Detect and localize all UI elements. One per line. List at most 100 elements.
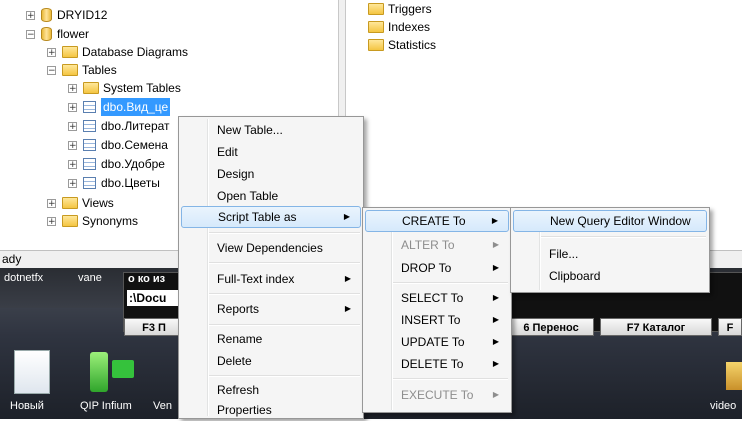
- tree-node-tables[interactable]: − Tables: [47, 61, 117, 79]
- tree-node-label: dbo.Вид_це: [101, 98, 171, 116]
- folder-icon: [62, 46, 78, 58]
- menu-item-new-table[interactable]: New Table...: [181, 119, 361, 141]
- submenu-create-to: New Query Editor Window File... Clipboar…: [510, 207, 710, 293]
- expand-icon[interactable]: +: [47, 198, 56, 208]
- menu-item-view-dependencies[interactable]: View Dependencies: [181, 237, 361, 259]
- tree-node-table[interactable]: + dbo.Литерат: [68, 117, 170, 135]
- menu-item-label: DROP To: [401, 261, 452, 275]
- menu-item-label: EXECUTE To: [401, 388, 474, 402]
- table-icon: [83, 120, 96, 132]
- menu-item-label: INSERT To: [401, 313, 461, 327]
- menu-item-label: DELETE To: [401, 357, 464, 371]
- expand-icon[interactable]: +: [68, 159, 77, 169]
- tree-node-label: Synonyms: [82, 214, 139, 228]
- expand-icon[interactable]: +: [68, 102, 77, 112]
- submenu-script-table-as: CREATE To ▶ ALTER To ▶ DROP To ▶ SELECT …: [362, 207, 512, 413]
- qip-infium-icon[interactable]: [90, 352, 108, 392]
- submenu-arrow-icon: ▶: [492, 240, 499, 249]
- menu-item-design[interactable]: Design: [181, 163, 361, 185]
- menu-item-edit[interactable]: Edit: [181, 141, 361, 163]
- tree-node-synonyms[interactable]: + Synonyms: [47, 212, 138, 230]
- menu-item-open-table[interactable]: Open Table: [181, 185, 361, 207]
- table-icon: [83, 177, 96, 189]
- submenu-arrow-icon: ▶: [491, 216, 498, 225]
- detail-item-label: Indexes: [388, 20, 431, 34]
- menu-item-label: SELECT To: [401, 291, 464, 305]
- menu-item-drop-to[interactable]: DROP To ▶: [365, 257, 509, 279]
- menu-separator: [393, 282, 508, 284]
- tree-node-table[interactable]: + dbo.Цветы: [68, 174, 160, 192]
- tree-node-label: Tables: [82, 63, 117, 77]
- menu-item-label: Script Table as: [218, 210, 297, 224]
- expand-icon[interactable]: +: [68, 140, 77, 150]
- submenu-arrow-icon: ▶: [492, 359, 499, 368]
- expand-icon[interactable]: +: [26, 10, 35, 20]
- expand-icon[interactable]: +: [68, 178, 77, 188]
- menu-separator: [541, 236, 706, 238]
- taskbar-item[interactable]: vane: [78, 272, 102, 284]
- menu-item-reports[interactable]: Reports ▶: [181, 298, 361, 320]
- fkey-f3[interactable]: F3 П: [124, 318, 184, 336]
- tree-node-label: dbo.Цветы: [101, 176, 160, 190]
- fkey-f7[interactable]: F7 Каталог: [600, 318, 712, 336]
- submenu-arrow-icon: ▶: [492, 263, 499, 272]
- menu-item-select-to[interactable]: SELECT To ▶: [365, 287, 509, 309]
- detail-item-indexes[interactable]: Indexes: [368, 19, 430, 35]
- menu-item-refresh[interactable]: Refresh: [181, 379, 361, 401]
- menu-item-new-query-editor-window[interactable]: New Query Editor Window: [513, 210, 707, 232]
- menu-item-full-text-index[interactable]: Full-Text index ▶: [181, 268, 361, 290]
- menu-item-alter-to: ALTER To ▶: [365, 234, 509, 256]
- console-header: о ко из: [128, 273, 166, 285]
- tree-node-table[interactable]: + dbo.Удобре: [68, 155, 165, 173]
- menu-separator: [393, 378, 508, 380]
- submenu-arrow-icon: ▶: [492, 293, 499, 302]
- menu-item-file[interactable]: File...: [513, 243, 707, 265]
- menu-separator: [209, 375, 360, 377]
- tree-node-table[interactable]: + dbo.Семена: [68, 136, 168, 154]
- submenu-arrow-icon: ▶: [492, 390, 499, 399]
- tree-node-views[interactable]: + Views: [47, 194, 114, 212]
- fkey-f8[interactable]: F: [718, 318, 742, 336]
- taskbar-item[interactable]: dotnetfx: [4, 272, 43, 284]
- submenu-arrow-icon: ▶: [492, 315, 499, 324]
- submenu-arrow-icon: ▶: [344, 304, 351, 313]
- tree-node-database-diagrams[interactable]: + Database Diagrams: [47, 43, 188, 61]
- qip-logo-icon: [112, 360, 134, 378]
- tree-node-dryid12[interactable]: + DRYID12: [26, 6, 107, 24]
- desktop-icon-label: video: [710, 400, 737, 412]
- table-icon: [83, 139, 96, 151]
- submenu-arrow-icon: ▶: [344, 274, 351, 283]
- fkey-f6[interactable]: 6 Перенос: [508, 318, 594, 336]
- tree-node-label: DRYID12: [57, 8, 108, 22]
- context-menu-table: New Table... Edit Design Open Table Scri…: [178, 116, 364, 419]
- menu-item-delete-to[interactable]: DELETE To ▶: [365, 353, 509, 375]
- collapse-icon[interactable]: −: [47, 65, 56, 75]
- detail-item-triggers[interactable]: Triggers: [368, 1, 432, 17]
- menu-item-rename[interactable]: Rename: [181, 328, 361, 350]
- tree-node-flower[interactable]: − flower: [26, 25, 89, 43]
- menu-item-clipboard[interactable]: Clipboard: [513, 265, 707, 287]
- folder-icon: [62, 64, 78, 76]
- tree-node-table-selected[interactable]: + dbo.Вид_це: [68, 98, 171, 116]
- folder-icon: [62, 215, 78, 227]
- video-folder-icon[interactable]: [726, 362, 742, 390]
- menu-item-delete[interactable]: Delete: [181, 350, 361, 372]
- menu-item-update-to[interactable]: UPDATE To ▶: [365, 331, 509, 353]
- detail-item-statistics[interactable]: Statistics: [368, 37, 436, 53]
- table-icon: [83, 101, 96, 113]
- submenu-arrow-icon: ▶: [343, 212, 350, 221]
- menu-item-properties[interactable]: Properties: [181, 399, 361, 421]
- tree-node-system-tables[interactable]: + System Tables: [68, 79, 181, 97]
- expand-icon[interactable]: +: [47, 216, 56, 226]
- tree-node-label: dbo.Семена: [101, 138, 168, 152]
- menu-item-insert-to[interactable]: INSERT To ▶: [365, 309, 509, 331]
- menu-item-script-table-as[interactable]: Script Table as ▶: [181, 206, 361, 228]
- menu-item-label: ALTER To: [401, 238, 455, 252]
- desktop-icon-label: QIP Infium: [80, 400, 132, 412]
- expand-icon[interactable]: +: [68, 83, 77, 93]
- menu-item-create-to[interactable]: CREATE To ▶: [365, 210, 509, 232]
- expand-icon[interactable]: +: [47, 47, 56, 57]
- collapse-icon[interactable]: −: [26, 29, 35, 39]
- expand-icon[interactable]: +: [68, 121, 77, 131]
- document-icon[interactable]: [14, 350, 50, 394]
